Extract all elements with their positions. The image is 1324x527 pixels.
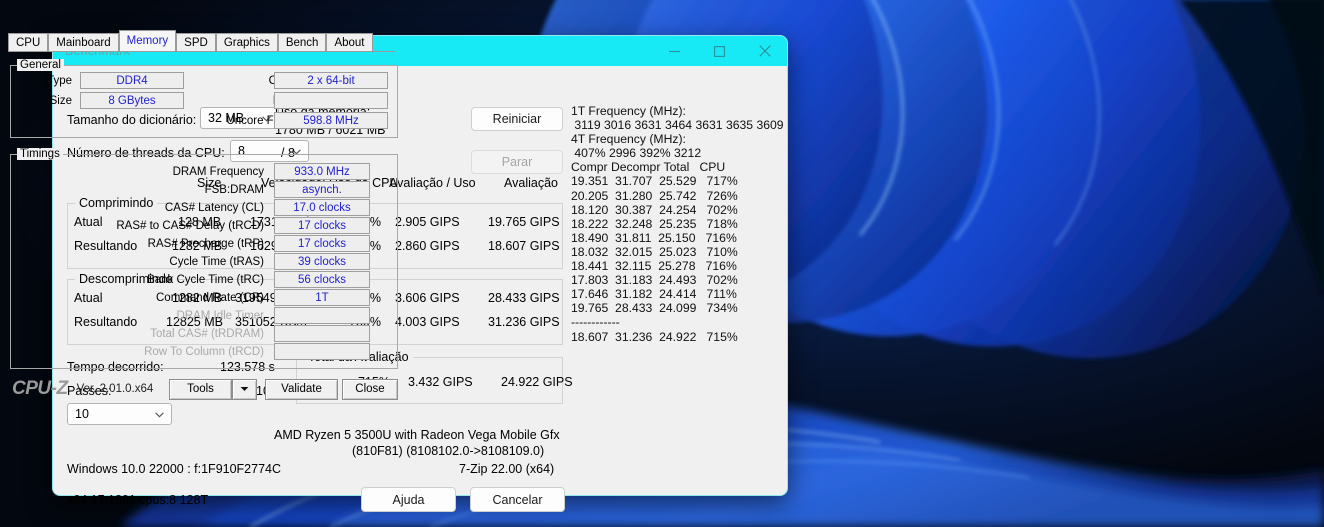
command-rate-label: Command Rate (CR): [156, 292, 264, 304]
tab-label: Mainboard: [56, 36, 111, 49]
cell-rating-usage: 2.860 GIPS: [395, 239, 460, 253]
maximize-icon[interactable]: [697, 36, 742, 66]
fsb-dram-label: FSB:DRAM: [204, 184, 264, 196]
trp-value: 17 clocks: [274, 235, 370, 252]
cancel-button[interactable]: Cancelar: [470, 487, 565, 512]
cas-latency-label: CAS# Latency (CL): [164, 202, 264, 214]
type-value: DDR4: [80, 72, 184, 89]
total-cas-label: Total CAS# (tRDRAM): [150, 328, 264, 340]
tab-label: SPD: [184, 36, 208, 49]
tab-bench[interactable]: Bench: [277, 33, 327, 51]
command-rate-value: 1T: [274, 289, 370, 306]
tab-graphics[interactable]: Graphics: [215, 33, 278, 51]
size-value: 8 GBytes: [80, 92, 184, 109]
stop-button[interactable]: Parar: [471, 150, 563, 174]
cpuz-body: CPU Mainboard Memory SPD Graphics Bench …: [2, 27, 403, 407]
cell-rating: 28.433 GIPS: [488, 291, 560, 305]
size-label: Size: [49, 95, 72, 107]
dram-frequency-value: 933.0 MHz: [274, 163, 370, 180]
validate-button-label: Validate: [281, 383, 322, 395]
cell-rating-usage: 4.003 GIPS: [395, 315, 460, 329]
help-button[interactable]: Ajuda: [361, 487, 456, 512]
tab-label: Graphics: [223, 36, 270, 49]
row-to-column-value: [274, 343, 370, 360]
row-to-column-label: Row To Column (tRCD): [144, 346, 264, 358]
trp-label: RAS# Precharge (tRP): [147, 238, 264, 250]
general-group-title: General: [17, 59, 64, 71]
stop-button-label: Parar: [501, 155, 533, 169]
tab-mainboard[interactable]: Mainboard: [48, 33, 119, 51]
trc-label: Bank Cycle Time (tRC): [147, 274, 264, 286]
tab-label: CPU: [16, 36, 41, 49]
restart-button[interactable]: Reiniciar: [471, 107, 563, 131]
tab-about[interactable]: About: [326, 33, 373, 51]
total-rating-value: 24.922 GIPS: [501, 375, 573, 389]
tab-label: Bench: [285, 36, 319, 49]
sevenzip-window-controls: [652, 36, 787, 66]
sevenzip-version: 7-Zip 22.00 (x64): [459, 462, 555, 476]
arch-info: x64 17.1801 cpus:8 128T: [67, 493, 209, 507]
minimize-icon[interactable]: [652, 36, 697, 66]
total-cas-value: [274, 325, 370, 342]
dram-idle-timer-label: DRAM Idle Timer: [176, 310, 264, 322]
tools-dropdown-button[interactable]: [232, 378, 257, 400]
cpuz-footer: CPU-Z Ver. 2.01.0.x64 Tools Validate Clo…: [2, 371, 403, 407]
tab-cpu[interactable]: CPU: [8, 33, 49, 51]
cpu-name-line2: (810F81) (8108102.0->8108109.0): [352, 444, 545, 458]
cell-rating: 31.236 GIPS: [488, 315, 560, 329]
cell-rating-usage: 3.606 GIPS: [395, 291, 460, 305]
cell-rating-usage: 2.905 GIPS: [395, 215, 460, 229]
cpuz-version: Ver. 2.01.0.x64: [76, 383, 154, 395]
channel-value: 2 x 64-bit: [274, 72, 388, 89]
tools-button[interactable]: Tools: [169, 378, 232, 400]
uncore-frequency-value: 598.8 MHz: [274, 112, 388, 129]
type-label: Type: [47, 75, 72, 87]
cas-latency-value: 17.0 clocks: [274, 199, 370, 216]
fsb-dram-value: asynch.: [274, 181, 370, 198]
benchmark-log: 1T Frequency (MHz): 3119 3016 3631 3464 …: [571, 104, 784, 344]
tab-label: About: [334, 36, 365, 49]
cpuz-logo: CPU-Z: [12, 378, 68, 399]
os-info: Windows 10.0 22000 : f:1F910F2774C: [67, 462, 282, 476]
timings-group-title: Timings: [17, 148, 63, 160]
tab-spd[interactable]: SPD: [176, 33, 216, 51]
cpuz-window: CPU-Z CPU Mainboard Memory SPD: [0, 0, 405, 409]
validate-button[interactable]: Validate: [265, 378, 338, 400]
tras-value: 39 clocks: [274, 253, 370, 270]
restart-button-label: Reiniciar: [492, 112, 542, 126]
tras-label: Cycle Time (tRAS): [169, 256, 264, 268]
close-button[interactable]: Close: [342, 378, 398, 400]
help-button-label: Ajuda: [392, 492, 425, 507]
trcd-value: 17 clocks: [274, 217, 370, 234]
passes-select-value: 10: [75, 407, 89, 421]
tab-memory[interactable]: Memory: [118, 30, 177, 51]
cpuz-tabs: CPU Mainboard Memory SPD Graphics Bench …: [8, 30, 373, 51]
tools-button-label: Tools: [187, 383, 214, 395]
dram-idle-timer-value: [274, 307, 370, 324]
trcd-label: RAS# to CAS# Delay (tRCD): [116, 220, 264, 232]
cell-rating: 18.607 GIPS: [488, 239, 560, 253]
chevron-down-icon: [155, 407, 164, 421]
close-button-label: Close: [355, 383, 385, 395]
tab-label: Memory: [126, 35, 169, 47]
trc-value: 56 clocks: [274, 271, 370, 288]
chevron-down-icon: [240, 383, 249, 395]
cancel-button-label: Cancelar: [492, 492, 543, 507]
dram-frequency-label: DRAM Frequency: [172, 166, 264, 178]
col-rating: Avaliação: [504, 176, 558, 190]
close-icon[interactable]: [742, 36, 787, 66]
tabstrip-underline: [8, 51, 395, 52]
total-rating-usage-value: 3.432 GIPS: [408, 375, 473, 389]
desktop: Benchmark Tamanho do dicionário: 32 MB: [0, 0, 1324, 527]
cpu-name-line1: AMD Ryzen 5 3500U with Radeon Vega Mobil…: [274, 428, 560, 442]
cell-rating: 19.765 GIPS: [488, 215, 560, 229]
dc-mode-value: [274, 92, 388, 109]
